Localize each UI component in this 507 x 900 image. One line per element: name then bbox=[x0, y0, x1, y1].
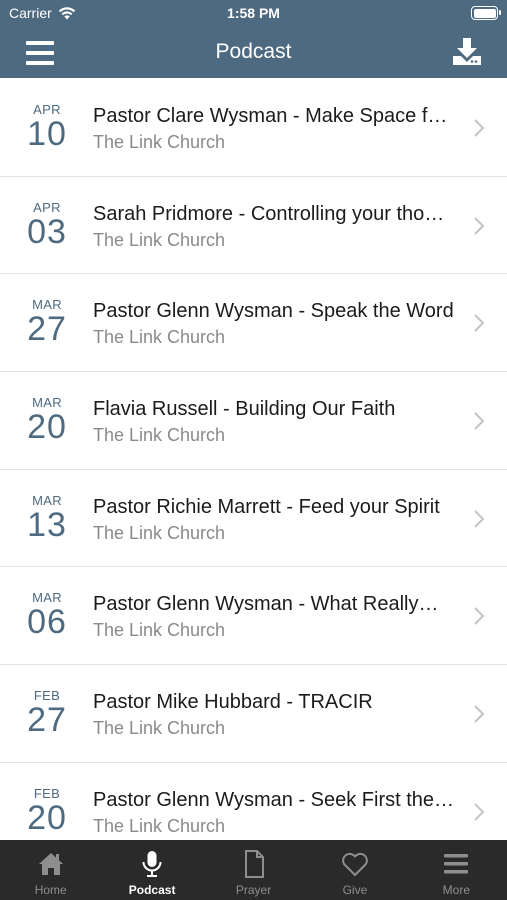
episode-day: 13 bbox=[27, 505, 67, 544]
tab-bar: Home Podcast Prayer Give More bbox=[0, 840, 507, 900]
chevron-right-icon bbox=[474, 119, 485, 137]
episode-date: MAR 13 bbox=[14, 493, 80, 544]
episode-subtitle: The Link Church bbox=[93, 718, 226, 739]
episode-day: 20 bbox=[27, 798, 67, 837]
chevron-right-icon bbox=[474, 314, 485, 333]
episode-day: 27 bbox=[27, 701, 67, 740]
status-time: 1:58 PM bbox=[227, 5, 280, 21]
chevron-right-icon bbox=[474, 510, 485, 528]
episode-title: Pastor Glenn Wysman - Speak the Word bbox=[93, 300, 454, 323]
episode-row[interactable]: MAR 27 Pastor Glenn Wysman - Speak the W… bbox=[0, 274, 507, 373]
episode-title: Pastor Mike Hubbard - TRACIR bbox=[93, 691, 373, 714]
tab-label: Home bbox=[34, 883, 67, 897]
episode-row[interactable]: APR 10 Pastor Clare Wysman - Make Space … bbox=[0, 79, 507, 177]
episode-date: APR 10 bbox=[14, 103, 80, 153]
tab-label: More bbox=[442, 883, 470, 897]
episode-day: 10 bbox=[27, 115, 67, 153]
episode-row[interactable]: FEB 27 Pastor Mike Hubbard - TRACIR The … bbox=[0, 665, 507, 763]
episode-subtitle: The Link Church bbox=[93, 229, 226, 250]
episode-subtitle: The Link Church bbox=[93, 327, 226, 348]
episode-subtitle: The Link Church bbox=[93, 620, 226, 641]
menu-lines-icon bbox=[444, 854, 469, 874]
nav-bar: Podcast bbox=[0, 28, 507, 78]
chevron-right-icon bbox=[474, 216, 485, 235]
episode-row[interactable]: APR 03 Sarah Pridmore - Controlling your… bbox=[0, 176, 507, 275]
episode-title: Sarah Pridmore - Controlling your tho… bbox=[93, 202, 445, 225]
episode-date: APR 03 bbox=[14, 200, 80, 251]
episode-title: Pastor Richie Marrett - Feed your Spirit bbox=[93, 495, 440, 518]
document-icon bbox=[244, 850, 264, 878]
episode-day: 27 bbox=[27, 310, 67, 349]
episode-date: FEB 20 bbox=[14, 786, 80, 837]
episode-row[interactable]: FEB 20 Pastor Glenn Wysman - Seek First … bbox=[0, 762, 507, 840]
chevron-right-icon bbox=[474, 607, 485, 626]
tab-label: Podcast bbox=[128, 883, 176, 897]
episode-subtitle: The Link Church bbox=[93, 815, 226, 836]
episode-row[interactable]: MAR 20 Flavia Russell - Building Our Fai… bbox=[0, 372, 507, 470]
page-title: Podcast bbox=[215, 40, 292, 63]
episode-subtitle: The Link Church bbox=[93, 425, 226, 446]
tab-give[interactable]: Give bbox=[304, 840, 405, 900]
episode-title: Flavia Russell - Building Our Faith bbox=[93, 398, 396, 421]
episode-title: Pastor Glenn Wysman - Seek First the… bbox=[93, 788, 455, 811]
episode-title: Pastor Clare Wysman - Make Space f… bbox=[93, 105, 448, 127]
episode-date: MAR 06 bbox=[14, 591, 80, 642]
episode-list: APR 10 Pastor Clare Wysman - Make Space … bbox=[0, 79, 507, 840]
episode-row[interactable]: MAR 13 Pastor Richie Marrett - Feed your… bbox=[0, 469, 507, 568]
episode-day: 20 bbox=[27, 408, 67, 447]
chevron-right-icon bbox=[474, 803, 485, 821]
episode-row[interactable]: MAR 06 Pastor Glenn Wysman - What Really… bbox=[0, 567, 507, 666]
episode-date: MAR 27 bbox=[14, 298, 80, 349]
microphone-icon bbox=[142, 851, 162, 877]
episode-title: Pastor Glenn Wysman - What Really… bbox=[93, 593, 439, 616]
episode-date: MAR 20 bbox=[14, 396, 80, 447]
download-icon[interactable] bbox=[451, 37, 483, 67]
tab-prayer[interactable]: Prayer bbox=[203, 840, 304, 900]
tab-home[interactable]: Home bbox=[0, 840, 101, 900]
chevron-right-icon bbox=[474, 412, 485, 430]
tab-more[interactable]: More bbox=[406, 840, 507, 900]
episode-day: 06 bbox=[27, 603, 67, 642]
battery-icon bbox=[471, 6, 501, 20]
episode-date: FEB 27 bbox=[14, 689, 80, 740]
chevron-right-icon bbox=[474, 705, 485, 723]
episode-subtitle: The Link Church bbox=[93, 132, 226, 152]
heart-icon bbox=[342, 852, 368, 876]
home-icon bbox=[38, 853, 63, 875]
tab-label: Give bbox=[342, 883, 368, 897]
tab-podcast[interactable]: Podcast bbox=[101, 840, 202, 900]
status-bar: Carrier 1:58 PM bbox=[0, 0, 507, 28]
episode-subtitle: The Link Church bbox=[93, 522, 226, 543]
episode-day: 03 bbox=[27, 212, 67, 251]
tab-label: Prayer bbox=[235, 883, 272, 897]
